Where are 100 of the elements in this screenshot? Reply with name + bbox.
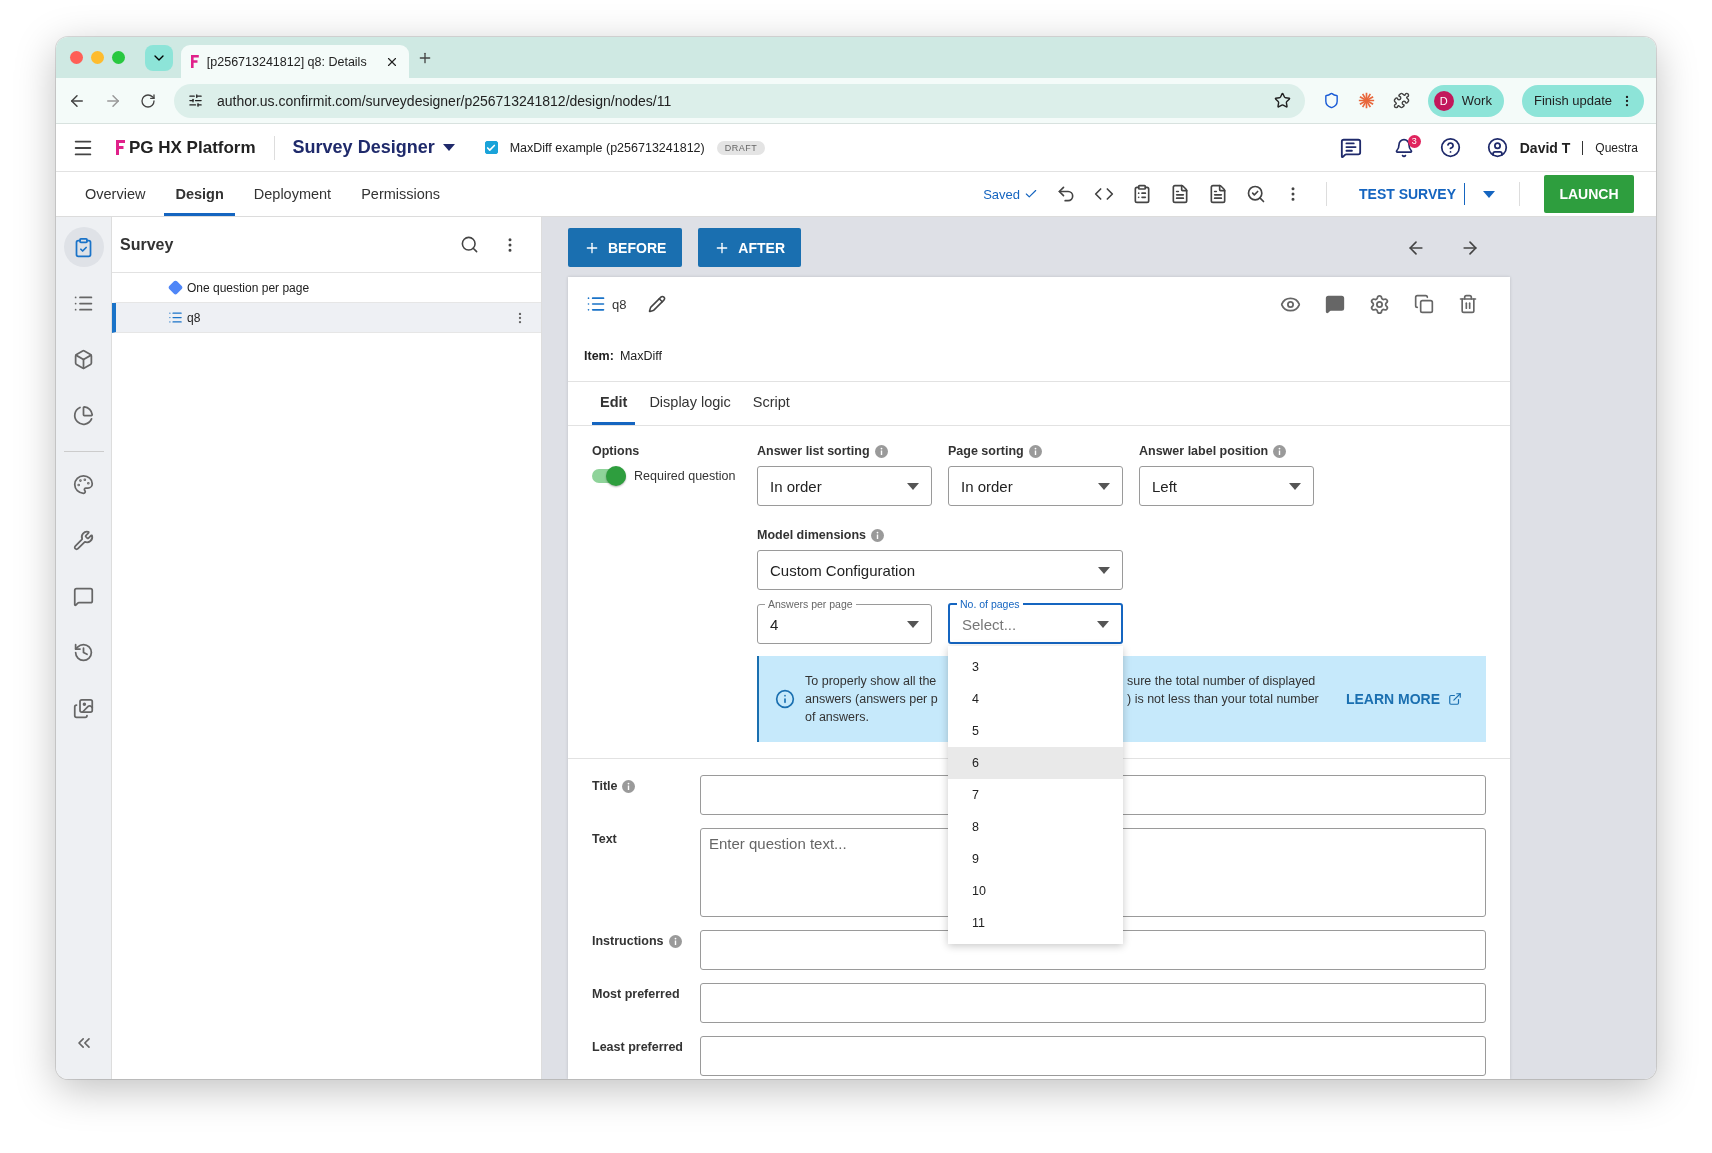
add-before-button[interactable]: BEFORE xyxy=(568,228,683,267)
required-toggle[interactable] xyxy=(592,466,626,486)
organization-name: Questra xyxy=(1595,140,1638,155)
trash-icon[interactable] xyxy=(1458,294,1478,314)
product-switcher[interactable]: Survey Designer xyxy=(292,137,455,158)
field-label: Answer list sorting xyxy=(757,444,870,458)
field-label: Least preferred xyxy=(592,1040,683,1054)
logo-icon xyxy=(191,55,199,68)
status-badge: DRAFT xyxy=(716,140,766,155)
info-icon xyxy=(871,528,885,542)
pencil-icon[interactable] xyxy=(648,295,667,313)
caret-icon xyxy=(1098,482,1110,490)
input-field[interactable] xyxy=(700,1036,1486,1076)
info-text: sure the total number of displayed xyxy=(1127,673,1317,690)
dropdown-option[interactable]: 5 xyxy=(948,715,1123,747)
dropdown-select[interactable]: Left xyxy=(1139,466,1314,506)
diamond-icon xyxy=(168,280,183,295)
password-manager-icon[interactable] xyxy=(1322,92,1340,109)
comment-icon[interactable] xyxy=(1325,294,1345,314)
learn-more-link[interactable]: LEARN MORE xyxy=(1345,691,1462,707)
user-icon[interactable] xyxy=(1486,137,1508,158)
dropdown-option[interactable]: 9 xyxy=(948,843,1123,875)
input-field[interactable] xyxy=(700,930,1486,970)
word-document-icon[interactable] xyxy=(1208,184,1228,204)
field-label: Answer label position xyxy=(1139,444,1269,458)
external-link-icon xyxy=(1448,692,1462,706)
dropdown-option[interactable]: 10 xyxy=(948,875,1123,907)
info-icon xyxy=(1273,444,1287,458)
dropdown-option[interactable]: 4 xyxy=(948,683,1123,715)
brand-name: PG HX Platform xyxy=(129,137,256,158)
editor-tab[interactable]: Edit xyxy=(592,382,636,425)
clipboard-check-icon[interactable] xyxy=(63,227,104,267)
dropdown-option[interactable]: 7 xyxy=(948,779,1123,811)
finish-update-button[interactable]: Finish update xyxy=(1521,84,1644,117)
dropdown-option[interactable]: 8 xyxy=(948,811,1123,843)
field-label: Most preferred xyxy=(592,987,680,1001)
feedback-icon[interactable] xyxy=(1339,136,1362,159)
extensions-icon[interactable] xyxy=(1392,92,1410,109)
caret-icon xyxy=(1289,482,1301,490)
sparkle-icon[interactable] xyxy=(1357,92,1375,109)
dropdown-option[interactable]: 3 xyxy=(948,651,1123,683)
test-survey-button[interactable]: TEST SURVEY xyxy=(1351,183,1465,205)
caret-icon xyxy=(1098,566,1110,574)
caret-icon xyxy=(907,482,919,490)
dropdown-select[interactable]: Custom Configuration xyxy=(757,550,1123,590)
search-alert-icon[interactable] xyxy=(1246,184,1266,204)
help-icon[interactable] xyxy=(1439,137,1461,158)
dropdown-option[interactable]: 6 xyxy=(948,747,1123,779)
copy-icon[interactable] xyxy=(1414,294,1434,314)
bell-icon[interactable] xyxy=(1393,137,1414,158)
info-text: ) is not less than your total number xyxy=(1127,691,1320,708)
clipboard-icon[interactable] xyxy=(1132,184,1152,204)
editor-tab[interactable]: Script xyxy=(744,382,798,425)
info-icon xyxy=(775,689,795,709)
undo-icon[interactable] xyxy=(1056,184,1076,204)
user-name: David T xyxy=(1519,139,1571,156)
bookmark-star-icon[interactable] xyxy=(1273,92,1291,109)
profile-button[interactable]: D Work xyxy=(1427,84,1504,117)
info-icon xyxy=(622,779,636,793)
browser-tab[interactable]: [p256713241812] q8: Details xyxy=(181,45,409,78)
dropdown-select[interactable]: In order xyxy=(757,466,932,506)
tree-item[interactable]: q8 xyxy=(112,303,541,333)
add-after-button[interactable]: AFTER xyxy=(698,228,801,267)
dropdown-select[interactable]: In order xyxy=(948,466,1123,506)
search-icon[interactable] xyxy=(460,235,479,254)
toggle-label: Required question xyxy=(634,469,736,483)
caret-icon xyxy=(1483,190,1495,198)
site-settings-icon[interactable] xyxy=(188,93,203,108)
notification-count: 3 xyxy=(1407,134,1421,148)
editor-tab[interactable]: Display logic xyxy=(641,382,739,425)
field-label: Title xyxy=(592,779,618,793)
settings-icon[interactable] xyxy=(1369,293,1390,315)
dropdown-option[interactable]: 11 xyxy=(948,907,1123,939)
logo-icon xyxy=(116,140,125,155)
field-label: Model dimensions xyxy=(757,528,867,542)
info-icon xyxy=(874,444,888,458)
field-label: Text xyxy=(592,832,617,846)
nav-tab[interactable]: Permissions xyxy=(350,172,452,216)
survey-checkbox[interactable] xyxy=(484,141,498,154)
question-name: q8 xyxy=(612,296,627,312)
tab-search-button[interactable] xyxy=(145,44,173,71)
info-text: of answers. xyxy=(805,709,870,726)
check-icon xyxy=(1024,187,1038,201)
info-icon xyxy=(1028,444,1042,458)
address-bar[interactable]: author.us.confirmit.com/surveydesigner/p256713241812/design/nodes/11 xyxy=(174,83,1305,118)
survey-name: MaxDiff example (p256713241812) xyxy=(509,140,705,155)
list-icon xyxy=(586,294,606,314)
info-text: answers (answers per p xyxy=(805,691,939,708)
test-options-button[interactable] xyxy=(1483,190,1495,198)
info-icon xyxy=(668,934,682,948)
input-field[interactable] xyxy=(700,983,1486,1023)
document-edit-icon[interactable] xyxy=(1170,184,1190,204)
reload-button[interactable] xyxy=(140,92,156,109)
nav-tab[interactable]: Overview xyxy=(74,172,157,216)
list-icon xyxy=(168,310,183,325)
caret-icon xyxy=(1097,620,1109,628)
nav-tab[interactable]: Deployment xyxy=(242,172,343,216)
options-label: Options xyxy=(592,444,641,458)
dropdown-select[interactable]: Answers per page 4 xyxy=(757,598,932,644)
field-label: Instructions xyxy=(592,934,664,948)
